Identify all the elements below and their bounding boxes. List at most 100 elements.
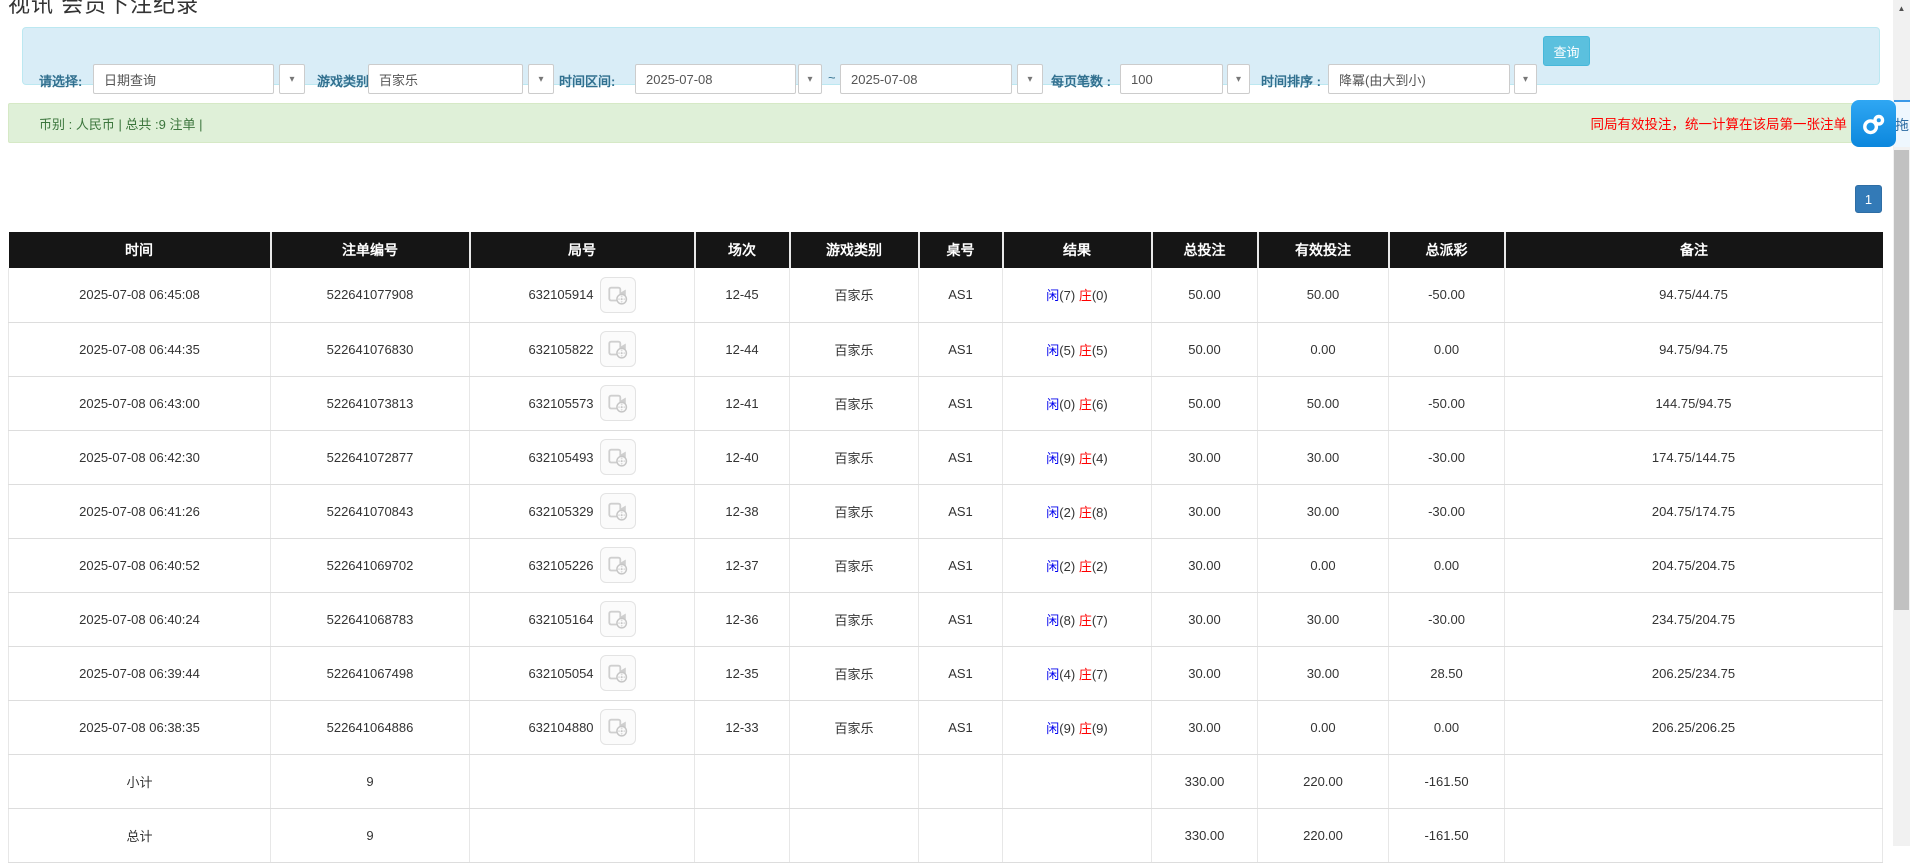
subtotal-row: 小计 9 330.00 220.00 -161.50 (8, 754, 1883, 809)
total-label-cell: 小计 (8, 754, 271, 809)
table-row: 2025-07-08 06:38:35 522641064886 632104880… (8, 700, 1883, 755)
bet-id-cell: 522641073813 (270, 376, 470, 431)
video-replay-button[interactable] (599, 331, 636, 367)
banker-label: 庄 (1078, 504, 1092, 520)
total-bet-cell[interactable]: 30.00 (1151, 430, 1258, 485)
banker-label: 庄 (1078, 450, 1092, 466)
query-type-caret-icon[interactable]: ▾ (279, 64, 305, 94)
session-cell: 12-41 (694, 376, 790, 431)
table-no-cell: AS1 (918, 646, 1003, 701)
game-type-cell: 百家乐 (789, 538, 919, 593)
search-button[interactable]: 查询 (1543, 36, 1590, 66)
query-type-select[interactable] (93, 64, 274, 94)
time-sort-caret-icon[interactable]: ▾ (1514, 64, 1537, 94)
round-id-text: 632105573 (528, 395, 594, 411)
payout-cell: -50.00 (1388, 268, 1505, 323)
banker-label: 庄 (1078, 558, 1092, 574)
time-cell: 2025-07-08 06:43:00 (8, 376, 271, 431)
total-bet-cell[interactable]: 50.00 (1151, 322, 1258, 377)
round-id-text: 632105822 (528, 341, 594, 357)
total-bet-cell[interactable]: 30.00 (1151, 592, 1258, 647)
video-replay-button[interactable] (599, 439, 636, 475)
total-bet-cell[interactable]: 50.00 (1151, 268, 1258, 323)
round-id-cell: 632105329 (469, 484, 695, 539)
game-type-select[interactable] (368, 64, 523, 94)
valid-bet-cell: 30.00 (1257, 646, 1389, 701)
baidu-netdisk-icon (1859, 109, 1889, 139)
column-header: 结果 (1002, 232, 1153, 268)
player-label: 闲 (1046, 666, 1060, 682)
total-bet-cell[interactable]: 30.00 (1151, 646, 1258, 701)
tilde-separator: ~ (828, 70, 836, 85)
table-no-cell: AS1 (918, 538, 1003, 593)
game-type-cell: 百家乐 (789, 430, 919, 485)
payout-cell: 0.00 (1388, 322, 1505, 377)
table-no-cell: AS1 (918, 484, 1003, 539)
video-replay-button[interactable] (599, 276, 636, 313)
total-bet-cell[interactable]: 30.00 (1151, 484, 1258, 539)
date-to-input[interactable] (840, 64, 1012, 94)
round-id-text: 632105914 (528, 287, 594, 303)
table-no-cell: AS1 (918, 376, 1003, 431)
payout-cell: 0.00 (1388, 700, 1505, 755)
scrollbar-thumb[interactable] (1894, 150, 1909, 610)
banker-value: (8) (1091, 504, 1108, 520)
result-cell: 闲(2) 庄(2) (1002, 538, 1152, 593)
payout-cell: 0.00 (1388, 538, 1505, 593)
round-id-text: 632105226 (528, 557, 594, 573)
player-label: 闲 (1046, 720, 1060, 736)
session-cell: 12-45 (694, 268, 790, 323)
pagination-page-1-button[interactable]: 1 (1855, 185, 1882, 213)
video-replay-button[interactable] (599, 709, 636, 745)
result-cell: 闲(7) 庄(0) (1002, 268, 1152, 323)
scroll-up-arrow-icon[interactable]: ▲ (1893, 0, 1910, 16)
baidu-netdisk-button[interactable] (1851, 100, 1896, 147)
total-bet-cell[interactable]: 30.00 (1151, 538, 1258, 593)
game-type-cell: 百家乐 (789, 322, 919, 377)
total-count-cell: 9 (270, 808, 470, 863)
result-cell: 闲(9) 庄(4) (1002, 430, 1152, 485)
per-page-select[interactable] (1120, 64, 1223, 94)
player-label: 闲 (1046, 612, 1060, 628)
game-type-caret-icon[interactable]: ▾ (528, 64, 554, 94)
time-cell: 2025-07-08 06:38:35 (8, 700, 271, 755)
bet-id-cell: 522641070843 (270, 484, 470, 539)
player-value: (8) (1059, 612, 1076, 628)
video-replay-button[interactable] (599, 655, 636, 691)
banker-label: 庄 (1078, 396, 1092, 412)
remark-cell: 234.75/204.75 (1504, 592, 1883, 647)
session-cell: 12-33 (694, 700, 790, 755)
banker-value: (6) (1091, 396, 1108, 412)
table-header-row: 时间 注单编号 局号 场次 游戏类别 桌号 结果 总投注 有效投注 总派彩 备注 (8, 232, 1883, 268)
table-row: 2025-07-08 06:43:00 522641073813 632105573… (8, 376, 1883, 431)
total-label-cell: 总计 (8, 808, 271, 863)
banker-label: 庄 (1078, 666, 1092, 682)
round-id-text: 632105164 (528, 611, 594, 627)
per-page-caret-icon[interactable]: ▾ (1227, 64, 1250, 94)
date-from-input[interactable] (635, 64, 796, 94)
banker-value: (7) (1091, 666, 1108, 682)
table-no-cell: AS1 (918, 322, 1003, 377)
video-icon (607, 554, 629, 576)
remark-cell: 174.75/144.75 (1504, 430, 1883, 485)
result-cell: 闲(5) 庄(5) (1002, 322, 1152, 377)
empty-round-cell (469, 808, 695, 863)
drag-handle-strip[interactable]: 拖 (1894, 100, 1910, 147)
video-replay-button[interactable] (599, 493, 636, 529)
video-replay-button[interactable] (599, 601, 636, 637)
column-header: 总投注 (1151, 232, 1259, 268)
player-value: (7) (1059, 288, 1076, 304)
total-bet-cell[interactable]: 50.00 (1151, 376, 1258, 431)
game-type-label: 游戏类别 (317, 74, 370, 89)
time-sort-select[interactable] (1328, 64, 1510, 94)
total-bet-cell[interactable]: 30.00 (1151, 700, 1258, 755)
date-from-caret-icon[interactable]: ▾ (798, 64, 822, 94)
remark-cell: 206.25/234.75 (1504, 646, 1883, 701)
payout-cell: 28.50 (1388, 646, 1505, 701)
round-id-text: 632105493 (528, 449, 594, 465)
date-to-caret-icon[interactable]: ▾ (1017, 64, 1043, 94)
empty-session-cell (694, 808, 790, 863)
video-replay-button[interactable] (599, 385, 636, 421)
video-replay-button[interactable] (599, 547, 636, 583)
video-icon (607, 608, 629, 630)
